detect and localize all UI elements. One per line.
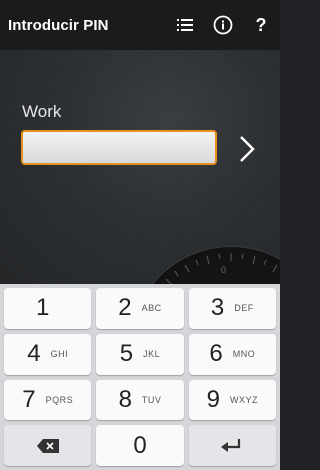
app-bar: Introducir PIN ? bbox=[0, 0, 280, 50]
key-1[interactable]: 1 bbox=[4, 288, 92, 329]
key-0[interactable]: 0 bbox=[96, 425, 184, 466]
pin-input[interactable] bbox=[21, 130, 217, 165]
info-icon[interactable] bbox=[204, 0, 242, 50]
key-5[interactable]: 5 JKL bbox=[96, 333, 184, 375]
backspace-key[interactable] bbox=[4, 425, 92, 466]
dial-zero-label: 0 bbox=[221, 265, 227, 275]
key-8[interactable]: 8 TUV bbox=[96, 379, 184, 421]
key-7[interactable]: 7 PQRS bbox=[4, 379, 92, 421]
key-9[interactable]: 9 WXYZ bbox=[188, 379, 276, 421]
key-6[interactable]: 6 MNO bbox=[188, 333, 276, 375]
enter-icon bbox=[221, 438, 241, 452]
key-4[interactable]: 4 GHI bbox=[4, 333, 92, 375]
numeric-keypad: 1 2 ABC 3 DEF 4 GHI 5 JKL 6 MNO 7 PQRS 8 TUV 9W… bbox=[0, 284, 280, 470]
key-3[interactable]: 3 DEF bbox=[188, 288, 276, 329]
list-icon[interactable] bbox=[166, 0, 204, 50]
page-title: Introducir PIN bbox=[8, 16, 109, 34]
decorative-dial: 0 bbox=[130, 246, 280, 284]
pin-entry-panel: Work 0 bbox=[0, 50, 280, 284]
backspace-icon bbox=[36, 438, 59, 453]
enter-key[interactable] bbox=[188, 425, 276, 466]
key-2[interactable]: 2 ABC bbox=[96, 288, 184, 329]
help-icon[interactable]: ? bbox=[242, 0, 280, 50]
account-label: Work bbox=[22, 102, 62, 121]
next-arrow-icon[interactable] bbox=[232, 132, 262, 166]
